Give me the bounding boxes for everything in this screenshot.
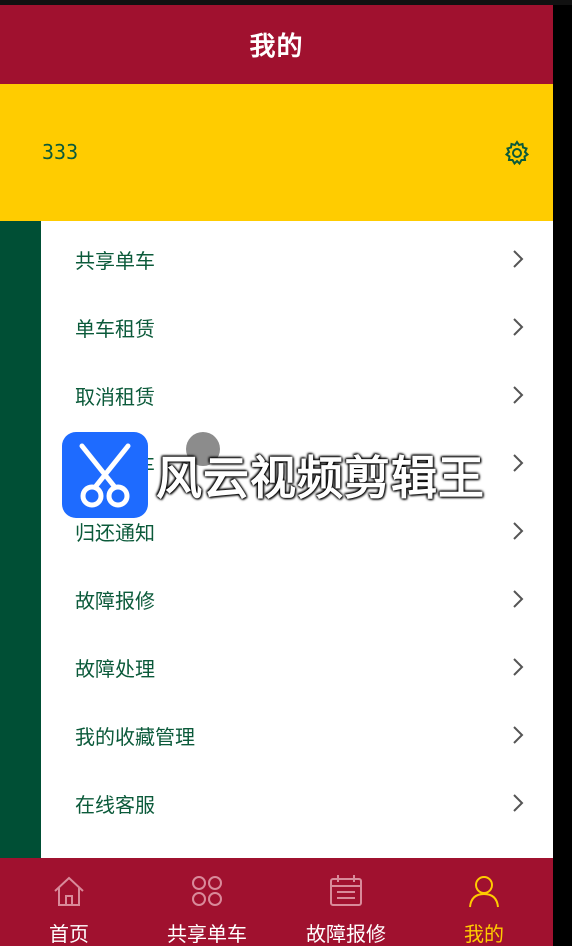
tab-home[interactable]: 首页 (0, 858, 138, 946)
grid-icon (192, 876, 222, 906)
menu-item-label: 共享单车 (75, 248, 155, 273)
bottom-tab-bar: 首页 共享单车 故障报修 我的 (0, 858, 553, 946)
chevron-right-icon (513, 522, 524, 540)
menu-item-label: 取消租赁 (75, 384, 155, 409)
menu-item-fault-report[interactable]: 故障报修 (41, 565, 553, 633)
menu-item-favorites[interactable]: 我的收藏管理 (41, 701, 553, 769)
home-icon (54, 876, 84, 906)
profile-panel: 333 (0, 84, 553, 221)
tab-label: 故障报修 (306, 922, 386, 946)
menu-item-bike-rental[interactable]: 单车租赁 (41, 293, 553, 361)
chevron-right-icon (513, 590, 524, 608)
menu-item-return-notice[interactable]: 归还通知 (41, 497, 553, 565)
right-gutter (553, 5, 572, 946)
menu-item-label: 归还通知 (75, 520, 155, 545)
page-header: 我的 (0, 5, 553, 84)
username: 333 (42, 140, 79, 164)
menu-item-shared-bike[interactable]: 共享单车 (41, 225, 553, 293)
chevron-right-icon (513, 726, 524, 744)
menu-item-label: 归还单车 (75, 452, 155, 477)
chevron-right-icon (513, 386, 524, 404)
menu-item-return-bike[interactable]: 归还单车 (41, 429, 553, 497)
touch-indicator (186, 432, 220, 466)
menu-item-label: 故障报修 (75, 588, 155, 613)
menu-list: 共享单车 单车租赁 取消租赁 归还单车 归还通知 故障报修 故障处理 我的收藏管… (41, 221, 553, 858)
user-icon (469, 876, 499, 908)
tab-label: 首页 (49, 922, 89, 946)
app-screen: 我的 333 共享单车 单车租赁 取消租赁 归还单车 归还通知 故障报修 故障处… (0, 5, 553, 946)
gear-icon[interactable] (503, 139, 531, 167)
side-accent-bar (0, 221, 41, 858)
menu-item-online-service[interactable]: 在线客服 (41, 769, 553, 837)
chevron-right-icon (513, 318, 524, 336)
menu-item-label: 我的收藏管理 (75, 724, 195, 749)
chevron-right-icon (513, 250, 524, 268)
menu-item-label: 单车租赁 (75, 316, 155, 341)
tab-mine[interactable]: 我的 (415, 858, 553, 946)
chevron-right-icon (513, 454, 524, 472)
menu-item-label: 在线客服 (75, 792, 155, 817)
chevron-right-icon (513, 794, 524, 812)
tab-shared-bike[interactable]: 共享单车 (138, 858, 276, 946)
calendar-icon (330, 875, 362, 906)
menu-item-fault-handling[interactable]: 故障处理 (41, 633, 553, 701)
page-title: 我的 (249, 32, 304, 62)
tab-fault-report[interactable]: 故障报修 (277, 858, 415, 946)
menu-item-cancel-rental[interactable]: 取消租赁 (41, 361, 553, 429)
tab-label: 我的 (464, 922, 504, 946)
chevron-right-icon (513, 658, 524, 676)
menu-item-label: 故障处理 (75, 656, 155, 681)
tab-label: 共享单车 (167, 922, 247, 946)
